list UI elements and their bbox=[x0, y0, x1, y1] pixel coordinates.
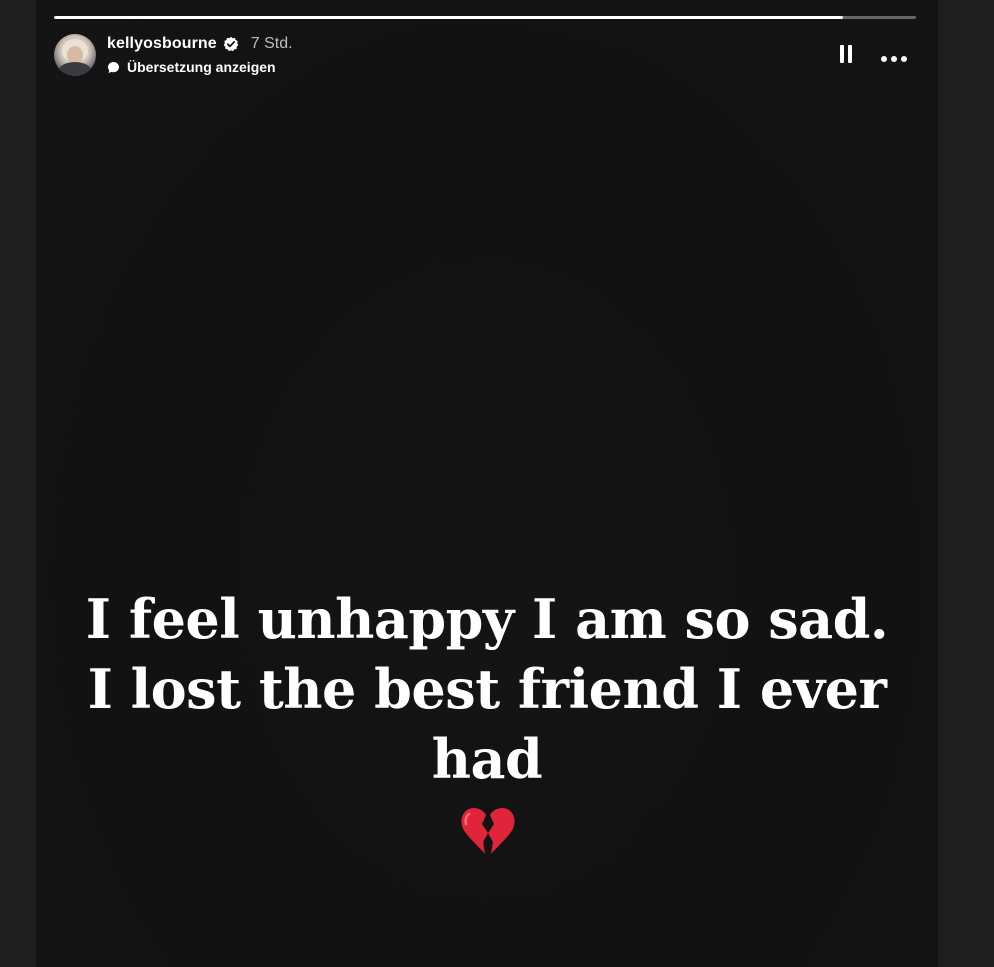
translate-button[interactable]: Übersetzung anzeigen bbox=[107, 58, 276, 76]
username-link[interactable]: kellyosbourne bbox=[107, 35, 217, 53]
broken-heart-emoji bbox=[457, 802, 517, 862]
speech-bubble-icon bbox=[107, 61, 120, 74]
story-message: I feel unhappy I am so sad. I lost the b… bbox=[85, 587, 889, 791]
story-card[interactable]: kellyosbourne 7 Std. Übersetzung anzeige… bbox=[36, 0, 938, 967]
more-options-icon[interactable] bbox=[880, 50, 908, 62]
pause-icon[interactable] bbox=[838, 44, 854, 64]
story-header: kellyosbourne 7 Std. Übersetzung anzeige… bbox=[54, 34, 918, 78]
right-backdrop bbox=[938, 0, 994, 967]
post-time: 7 Std. bbox=[250, 35, 293, 52]
story-progress-bar bbox=[54, 16, 916, 19]
story-controls bbox=[838, 44, 908, 64]
story-viewer: kellyosbourne 7 Std. Übersetzung anzeige… bbox=[0, 0, 994, 967]
story-progress-fill bbox=[54, 16, 843, 19]
verified-badge-icon bbox=[223, 36, 239, 52]
user-line: kellyosbourne 7 Std. bbox=[107, 34, 293, 54]
translate-label: Übersetzung anzeigen bbox=[127, 59, 276, 75]
left-backdrop bbox=[0, 0, 36, 967]
avatar[interactable] bbox=[54, 34, 96, 76]
